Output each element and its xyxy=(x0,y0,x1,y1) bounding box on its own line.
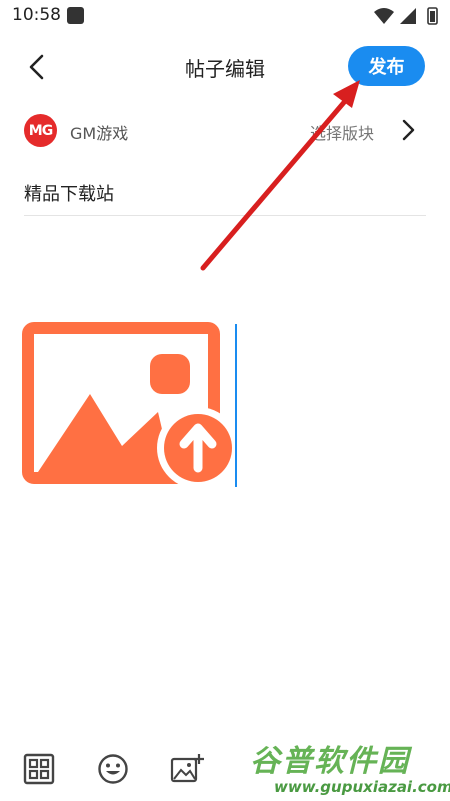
grid-button[interactable] xyxy=(22,752,56,786)
watermark-main-text: 谷普软件园 xyxy=(250,744,410,779)
watermark-url: www.gupuxiazai.com xyxy=(274,778,450,796)
post-title-input[interactable] xyxy=(24,170,426,216)
emoji-icon xyxy=(98,754,128,784)
select-section-label[interactable]: 选择版块 xyxy=(310,120,374,144)
status-time: 10:58 xyxy=(12,5,61,25)
top-bar: 帖子编辑 发布 xyxy=(0,40,450,92)
section-selector[interactable]: MG GM游戏 选择版块 xyxy=(0,110,450,150)
watermark-logo: 谷普软件园 www.gupuxiazai.com xyxy=(244,732,450,801)
section-logo: MG xyxy=(24,114,57,147)
wifi-icon xyxy=(374,8,394,24)
add-image-button[interactable] xyxy=(170,752,204,786)
section-name: GM游戏 xyxy=(70,124,129,143)
grid-icon xyxy=(23,753,55,785)
status-bar: 10:58 xyxy=(0,0,450,30)
publish-button[interactable]: 发布 xyxy=(348,46,425,86)
emoji-button[interactable] xyxy=(96,752,130,786)
add-image-icon xyxy=(170,754,204,783)
text-cursor xyxy=(235,324,237,487)
status-icons xyxy=(374,7,438,25)
notification-icon xyxy=(67,7,84,24)
chevron-right-icon[interactable] xyxy=(400,118,418,142)
signal-icon xyxy=(400,8,416,24)
image-upload-icon[interactable] xyxy=(22,322,236,488)
